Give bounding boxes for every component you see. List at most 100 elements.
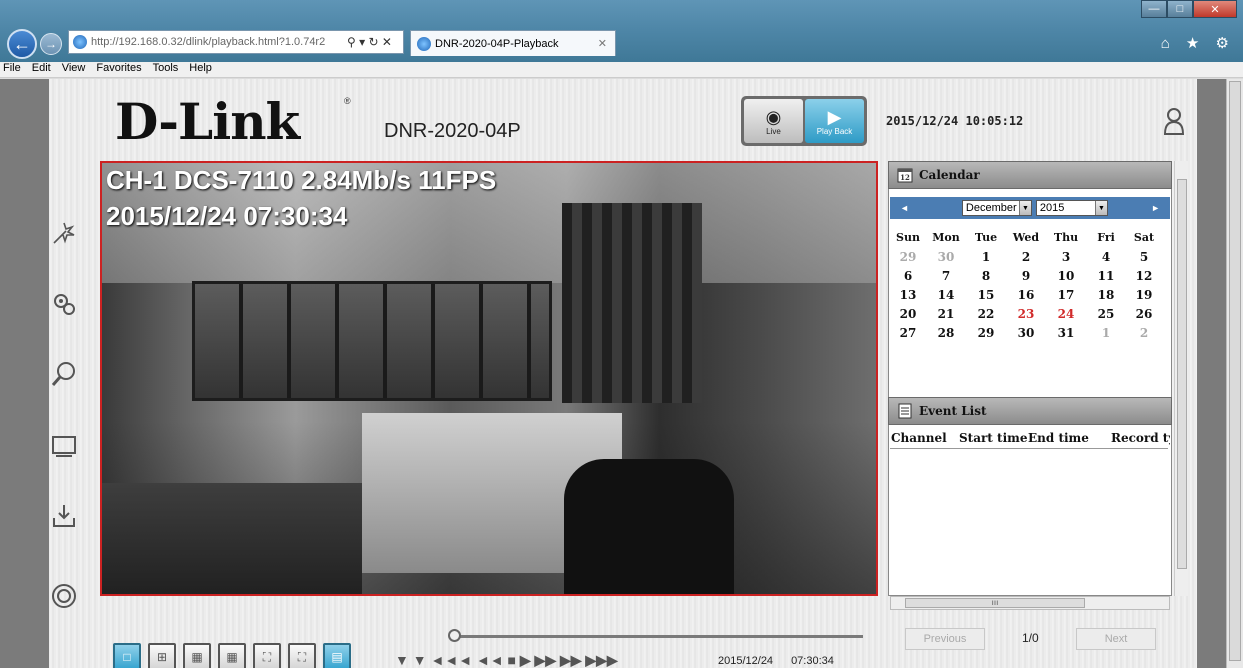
minimize-button[interactable]: — (1141, 0, 1167, 18)
calendar-day[interactable]: 30 (1006, 326, 1046, 340)
calendar-day[interactable]: 26 (1126, 307, 1162, 321)
live-button[interactable]: ◉ Live (744, 99, 803, 143)
hscroll-thumb[interactable]: ııı (905, 598, 1085, 608)
calendar-day[interactable]: 23 (1006, 307, 1046, 321)
calendar-day[interactable]: 29 (890, 250, 926, 264)
user-icon[interactable] (1163, 107, 1185, 135)
calendar-day[interactable]: 10 (1046, 269, 1086, 283)
calendar-day[interactable]: 7 (926, 269, 966, 283)
calendar-day[interactable]: 17 (1046, 288, 1086, 302)
calendar-day[interactable]: 14 (926, 288, 966, 302)
calendar-day[interactable]: 22 (966, 307, 1006, 321)
address-url[interactable]: http://192.168.0.32/dlink/playback.html?… (91, 36, 341, 48)
weekday-label: Fri (1097, 231, 1115, 244)
zoom-button[interactable]: ⛶ (288, 643, 316, 668)
layout-4-button[interactable]: ⊞ (148, 643, 176, 668)
calendar-week-row: 20 21 22 23 24 25 26 (890, 304, 1170, 323)
download-icon[interactable] (50, 502, 78, 530)
calendar-prev-button[interactable]: ◄ (900, 203, 909, 213)
calendar-day[interactable]: 16 (1006, 288, 1046, 302)
display-icon[interactable] (50, 432, 78, 460)
calendar-day[interactable]: 1 (1086, 326, 1126, 340)
maximize-button[interactable]: □ (1167, 0, 1193, 18)
playback-controls[interactable]: ▼ ▼ ◄◄◄ ◄◄ ■ ▶ ▶▶ ▶▶ ▶▶▶ (395, 652, 618, 668)
month-select[interactable]: December ▼ (961, 200, 1032, 216)
scene-chair (564, 459, 734, 594)
calendar-day[interactable]: 1 (966, 250, 1006, 264)
playback-label: Play Back (816, 126, 853, 136)
calendar-day[interactable]: 18 (1086, 288, 1126, 302)
menu-help[interactable]: Help (189, 62, 212, 77)
calendar-day[interactable]: 4 (1086, 250, 1126, 264)
calendar-icon: 12 (897, 168, 913, 183)
dlink-logo: D-Link (115, 92, 300, 151)
playback-button[interactable]: ▶ Play Back (805, 99, 864, 143)
browser-tab[interactable]: DNR-2020-04P-Playback ✕ (410, 30, 616, 56)
wizard-icon[interactable] (50, 219, 78, 247)
calendar-day[interactable]: 20 (890, 307, 926, 321)
calendar-day[interactable]: 2 (1126, 326, 1162, 340)
eye-icon: ◉ (765, 106, 782, 127)
menu-favorites[interactable]: Favorites (96, 62, 141, 77)
calendar-day[interactable]: 11 (1086, 269, 1126, 283)
fullscreen-button[interactable]: ⛶ (253, 643, 281, 668)
search-icon[interactable] (50, 360, 78, 388)
timeline-knob[interactable] (448, 629, 461, 642)
calendar-day[interactable]: 9 (1006, 269, 1046, 283)
calendar-day[interactable]: 28 (926, 326, 966, 340)
menu-file[interactable]: File (3, 62, 21, 77)
forward-button[interactable]: → (40, 33, 62, 55)
page-scrollbar[interactable] (1226, 79, 1243, 668)
calendar-day[interactable]: 8 (966, 269, 1006, 283)
timeline-bar[interactable] (455, 635, 863, 638)
close-button[interactable]: ✕ (1193, 0, 1237, 18)
calendar-day[interactable]: 15 (966, 288, 1006, 302)
next-button[interactable]: Next (1076, 628, 1156, 650)
calendar-next-button[interactable]: ► (1151, 203, 1160, 213)
layout-6-button[interactable]: ▦ (183, 643, 211, 668)
calendar-day[interactable]: 24 (1046, 307, 1086, 321)
panel-scrollbar-thumb[interactable] (1177, 179, 1187, 569)
calendar-day[interactable]: 3 (1046, 250, 1086, 264)
video-player[interactable]: CH-1 DCS-7110 2.84Mb/s 11FPS 2015/12/24 … (100, 161, 878, 596)
calendar-day[interactable]: 21 (926, 307, 966, 321)
calendar-day[interactable]: 31 (1046, 326, 1086, 340)
column-channel[interactable]: Channel (891, 431, 947, 445)
weekday-label: Thu (1053, 231, 1079, 244)
event-list-header: Event List (888, 397, 1172, 425)
address-tools[interactable]: ⚲ ▾ ↻ ✕ (347, 35, 392, 49)
back-button[interactable]: ← (7, 29, 37, 59)
calendar-day[interactable]: 13 (890, 288, 926, 302)
osd-button[interactable]: ▤ (323, 643, 351, 668)
address-bar[interactable]: http://192.168.0.32/dlink/playback.html?… (68, 30, 404, 54)
settings-icon[interactable] (50, 290, 78, 318)
calendar-day[interactable]: 6 (890, 269, 926, 283)
calendar-day[interactable]: 29 (966, 326, 1006, 340)
browser-tools[interactable]: ⌂ ★ ⚙ (1161, 34, 1235, 52)
calendar-day[interactable]: 19 (1126, 288, 1162, 302)
menu-tools[interactable]: Tools (153, 62, 179, 77)
column-start-time[interactable]: Start time (959, 431, 1027, 445)
page-scrollbar-thumb[interactable] (1229, 81, 1241, 661)
calendar-day[interactable]: 27 (890, 326, 926, 340)
menu-edit[interactable]: Edit (32, 62, 51, 77)
weekday-label: Wed (1012, 231, 1040, 244)
previous-button[interactable]: Previous (905, 628, 985, 650)
column-end-time[interactable]: End time (1028, 431, 1089, 445)
calendar-week-row: 29 30 1 2 3 4 5 (890, 247, 1170, 266)
event-list-body[interactable] (890, 448, 1168, 588)
tab-close-icon[interactable]: ✕ (598, 37, 607, 50)
panel-scrollbar[interactable] (1174, 161, 1188, 596)
calendar-day[interactable]: 25 (1086, 307, 1126, 321)
calendar-day[interactable]: 5 (1126, 250, 1162, 264)
calendar-day[interactable]: 12 (1126, 269, 1162, 283)
layout-9-button[interactable]: ▦ (218, 643, 246, 668)
event-list-hscrollbar[interactable]: ııı (890, 596, 1170, 610)
calendar-day[interactable]: 2 (1006, 250, 1046, 264)
layout-1-button[interactable]: □ (113, 643, 141, 668)
help-icon[interactable] (50, 582, 78, 610)
year-select[interactable]: 2015 ▼ (1035, 200, 1108, 216)
menu-view[interactable]: View (62, 62, 86, 77)
calendar-day[interactable]: 30 (926, 250, 966, 264)
column-record-type[interactable]: Record ty (1111, 431, 1170, 445)
